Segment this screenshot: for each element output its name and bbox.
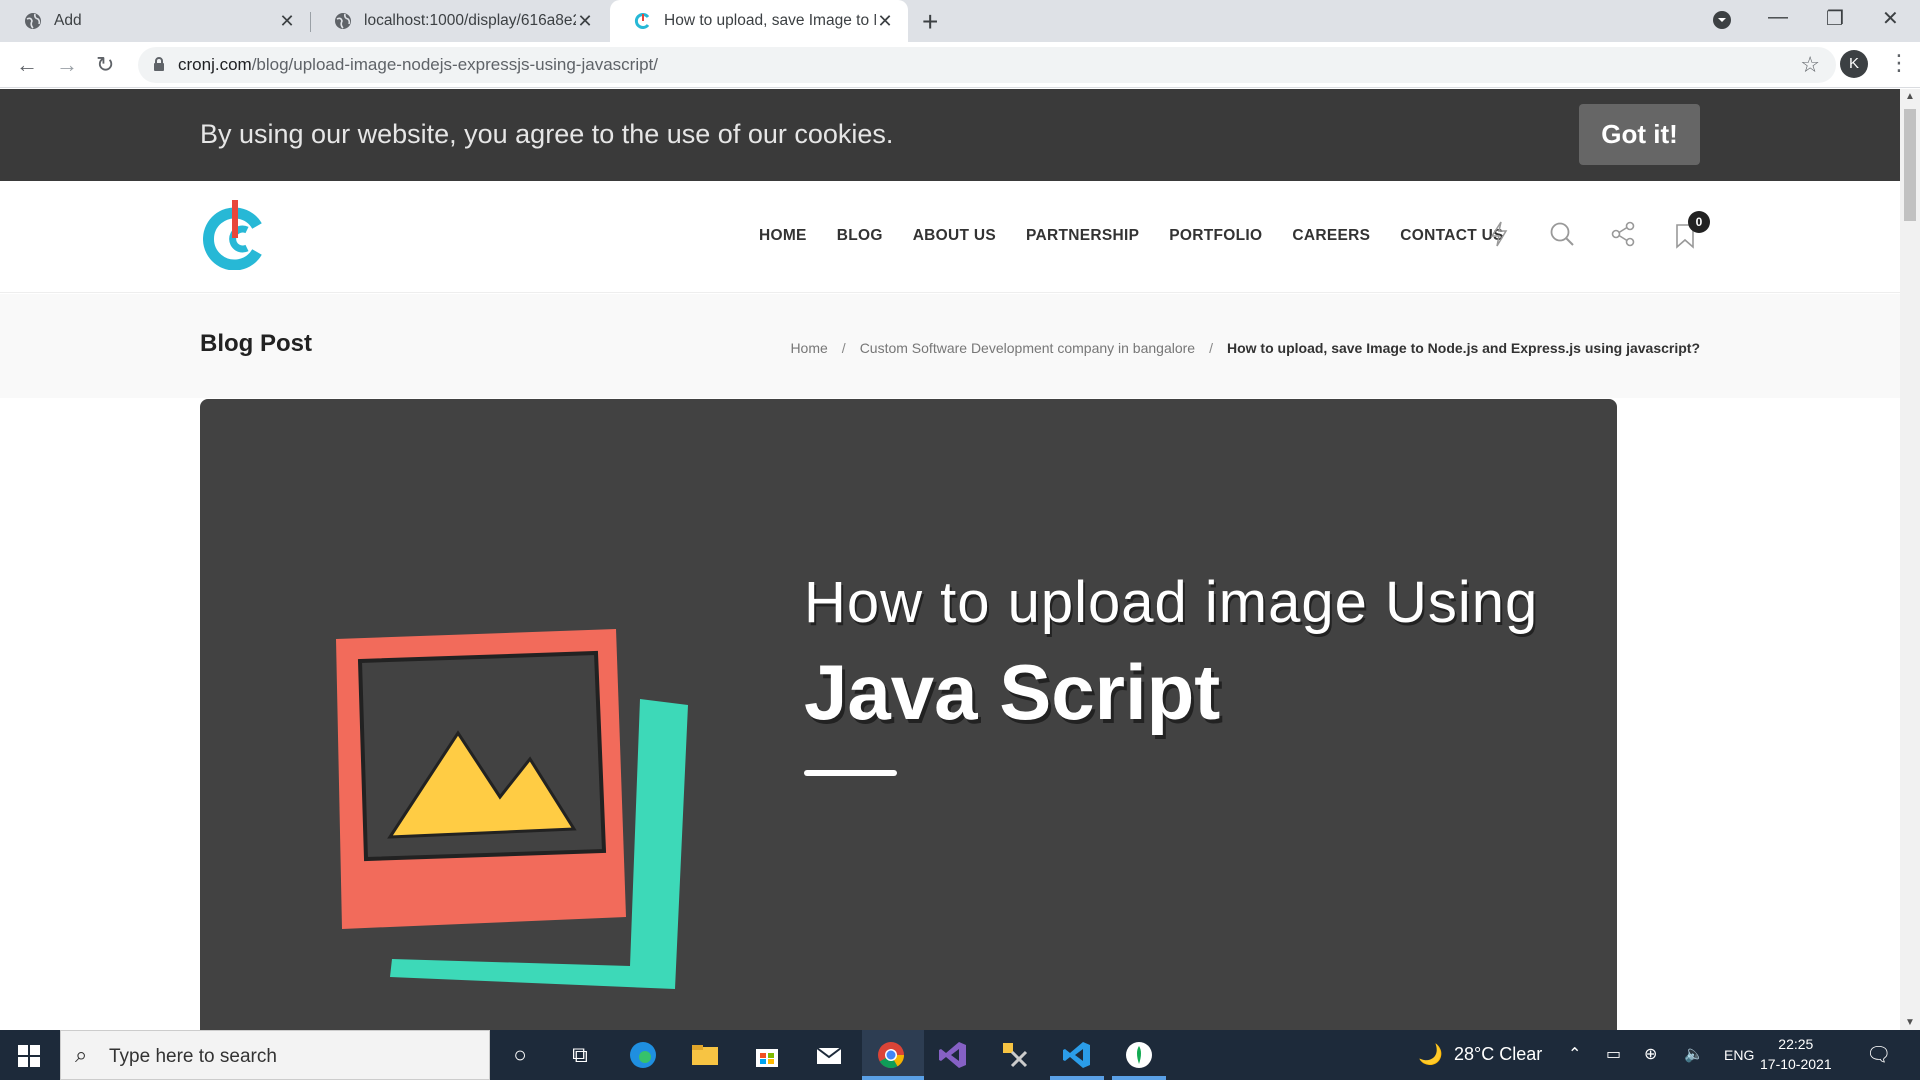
breadcrumb-home[interactable]: Home: [790, 340, 827, 356]
close-tab-icon[interactable]: ✕: [278, 11, 296, 32]
blog-hero-image: How to upload image Using Java Script: [200, 399, 1617, 1030]
battery-icon[interactable]: ▭: [1606, 1044, 1621, 1064]
browser-toolbar: ← → ↻ cronj.com/blog/upload-image-nodejs…: [0, 42, 1920, 88]
tab-localhost[interactable]: localhost:1000/display/616a8e26 ✕: [310, 0, 608, 42]
language-indicator[interactable]: ENG: [1724, 1047, 1754, 1063]
cronj-logo[interactable]: [203, 200, 269, 271]
search-icon[interactable]: [1549, 221, 1575, 254]
hero-underline: [804, 770, 897, 776]
page-title: Blog Post: [200, 330, 312, 357]
tools-icon[interactable]: [1000, 1040, 1030, 1070]
main-navigation: HOME BLOG ABOUT US PARTNERSHIP PORTFOLIO…: [759, 227, 1534, 245]
page-title-bar: Blog Post Home / Custom Software Develop…: [0, 294, 1900, 398]
lightning-icon[interactable]: [1489, 221, 1509, 254]
hero-heading-line2: Java Script: [804, 648, 1221, 736]
page-scrollbar[interactable]: ▲ ▼: [1900, 89, 1920, 1030]
url-text: cronj.com/blog/upload-image-nodejs-expre…: [178, 55, 658, 74]
nav-home[interactable]: HOME: [759, 227, 807, 245]
nav-about-us[interactable]: ABOUT US: [913, 227, 996, 245]
breadcrumb-separator: /: [841, 340, 846, 356]
taskbar-search-box[interactable]: ⌕ Type here to search: [60, 1030, 490, 1080]
moon-weather-icon: 🌙: [1418, 1044, 1443, 1066]
profile-avatar[interactable]: K: [1840, 50, 1868, 78]
cookie-banner: By using our website, you agree to the u…: [0, 89, 1900, 181]
browser-menu-icon[interactable]: ⋮: [1888, 50, 1910, 76]
close-window-icon[interactable]: ✕: [1882, 6, 1899, 31]
clock-time: 22:25: [1778, 1036, 1814, 1052]
scroll-up-arrow-icon[interactable]: ▲: [1905, 91, 1915, 102]
mongodb-compass-icon[interactable]: [1124, 1040, 1154, 1070]
hero-heading-line1: How to upload image Using: [804, 570, 1539, 635]
new-tab-plus-icon[interactable]: +: [922, 6, 938, 38]
tab-title: Add: [54, 12, 82, 29]
page-viewport: By using our website, you agree to the u…: [0, 89, 1900, 1030]
breadcrumb-category[interactable]: Custom Software Development company in b…: [860, 340, 1195, 356]
forward-arrow-icon[interactable]: →: [56, 52, 78, 78]
back-arrow-icon[interactable]: ←: [16, 52, 38, 78]
file-explorer-icon[interactable]: [690, 1040, 720, 1070]
windows-taskbar: ⌕ Type here to search ○ ⧉ 🌙 28°C Clear ⌃…: [0, 1030, 1920, 1080]
taskbar-search-placeholder: Type here to search: [109, 1046, 277, 1067]
nav-partnership[interactable]: PARTNERSHIP: [1026, 227, 1139, 245]
tab-add[interactable]: Add ✕: [0, 0, 310, 42]
nav-blog[interactable]: BLOG: [837, 227, 883, 245]
bookmark-star-icon[interactable]: ☆: [1800, 52, 1820, 78]
scroll-down-arrow-icon[interactable]: ▼: [1905, 1017, 1915, 1028]
system-clock[interactable]: 22:25 17-10-2021: [1760, 1034, 1832, 1074]
tab-search-icon[interactable]: [1712, 10, 1732, 36]
tab-active-blog[interactable]: How to upload, save Image to No ✕: [610, 0, 908, 42]
address-bar[interactable]: cronj.com/blog/upload-image-nodejs-expre…: [138, 47, 1836, 83]
breadcrumb-separator: /: [1209, 340, 1213, 356]
edge-browser-icon[interactable]: [628, 1040, 658, 1070]
tab-title: localhost:1000/display/616a8e26: [364, 12, 576, 29]
nav-careers[interactable]: CAREERS: [1292, 227, 1370, 245]
chrome-active-indicator: [862, 1076, 924, 1080]
cookie-message: By using our website, you agree to the u…: [200, 119, 894, 149]
restore-icon[interactable]: ❐: [1826, 6, 1844, 31]
visual-studio-icon[interactable]: [938, 1040, 968, 1070]
mongodb-active-indicator: [1112, 1076, 1166, 1080]
mail-icon[interactable]: [814, 1040, 844, 1070]
store-icon[interactable]: [752, 1040, 782, 1070]
search-icon: ⌕: [75, 1042, 88, 1067]
cookie-accept-button[interactable]: Got it!: [1579, 104, 1700, 165]
reload-icon[interactable]: ↻: [96, 52, 114, 78]
globe-icon: [334, 12, 352, 30]
nav-portfolio[interactable]: PORTFOLIO: [1169, 227, 1262, 245]
volume-icon[interactable]: 🔈: [1684, 1044, 1704, 1064]
vscode-icon[interactable]: [1062, 1040, 1092, 1070]
vscode-active-indicator: [1050, 1076, 1104, 1080]
cronj-favicon-icon: [634, 12, 652, 30]
tray-chevron-up-icon[interactable]: ⌃: [1568, 1044, 1581, 1064]
task-view-icon[interactable]: ⧉: [565, 1040, 595, 1070]
browser-tab-strip: Add ✕ localhost:1000/display/616a8e26 ✕ …: [0, 0, 1920, 42]
lock-icon: [152, 56, 166, 72]
site-header: HOME BLOG ABOUT US PARTNERSHIP PORTFOLIO…: [0, 181, 1900, 293]
network-globe-icon[interactable]: ⊕: [1644, 1044, 1657, 1064]
cart-count-badge: 0: [1688, 211, 1710, 233]
breadcrumb-current: How to upload, save Image to Node.js and…: [1226, 340, 1700, 356]
scrollbar-thumb[interactable]: [1904, 109, 1916, 221]
chrome-icon[interactable]: [876, 1040, 906, 1070]
tab-title: How to upload, save Image to No: [664, 12, 876, 29]
breadcrumb: Home / Custom Software Development compa…: [790, 340, 1700, 356]
image-frame-illustration: [336, 629, 688, 989]
close-tab-icon[interactable]: ✕: [576, 11, 594, 32]
notification-center-icon[interactable]: 🗨: [1866, 1042, 1891, 1067]
globe-icon: [24, 12, 42, 30]
close-tab-icon[interactable]: ✕: [876, 11, 894, 32]
clock-date: 17-10-2021: [1760, 1056, 1832, 1072]
windows-start-icon[interactable]: [18, 1045, 40, 1067]
minimize-icon[interactable]: —: [1768, 6, 1788, 29]
weather-text[interactable]: 28°C Clear: [1454, 1044, 1542, 1065]
share-icon[interactable]: [1610, 221, 1636, 254]
cortana-icon[interactable]: ○: [505, 1040, 535, 1070]
